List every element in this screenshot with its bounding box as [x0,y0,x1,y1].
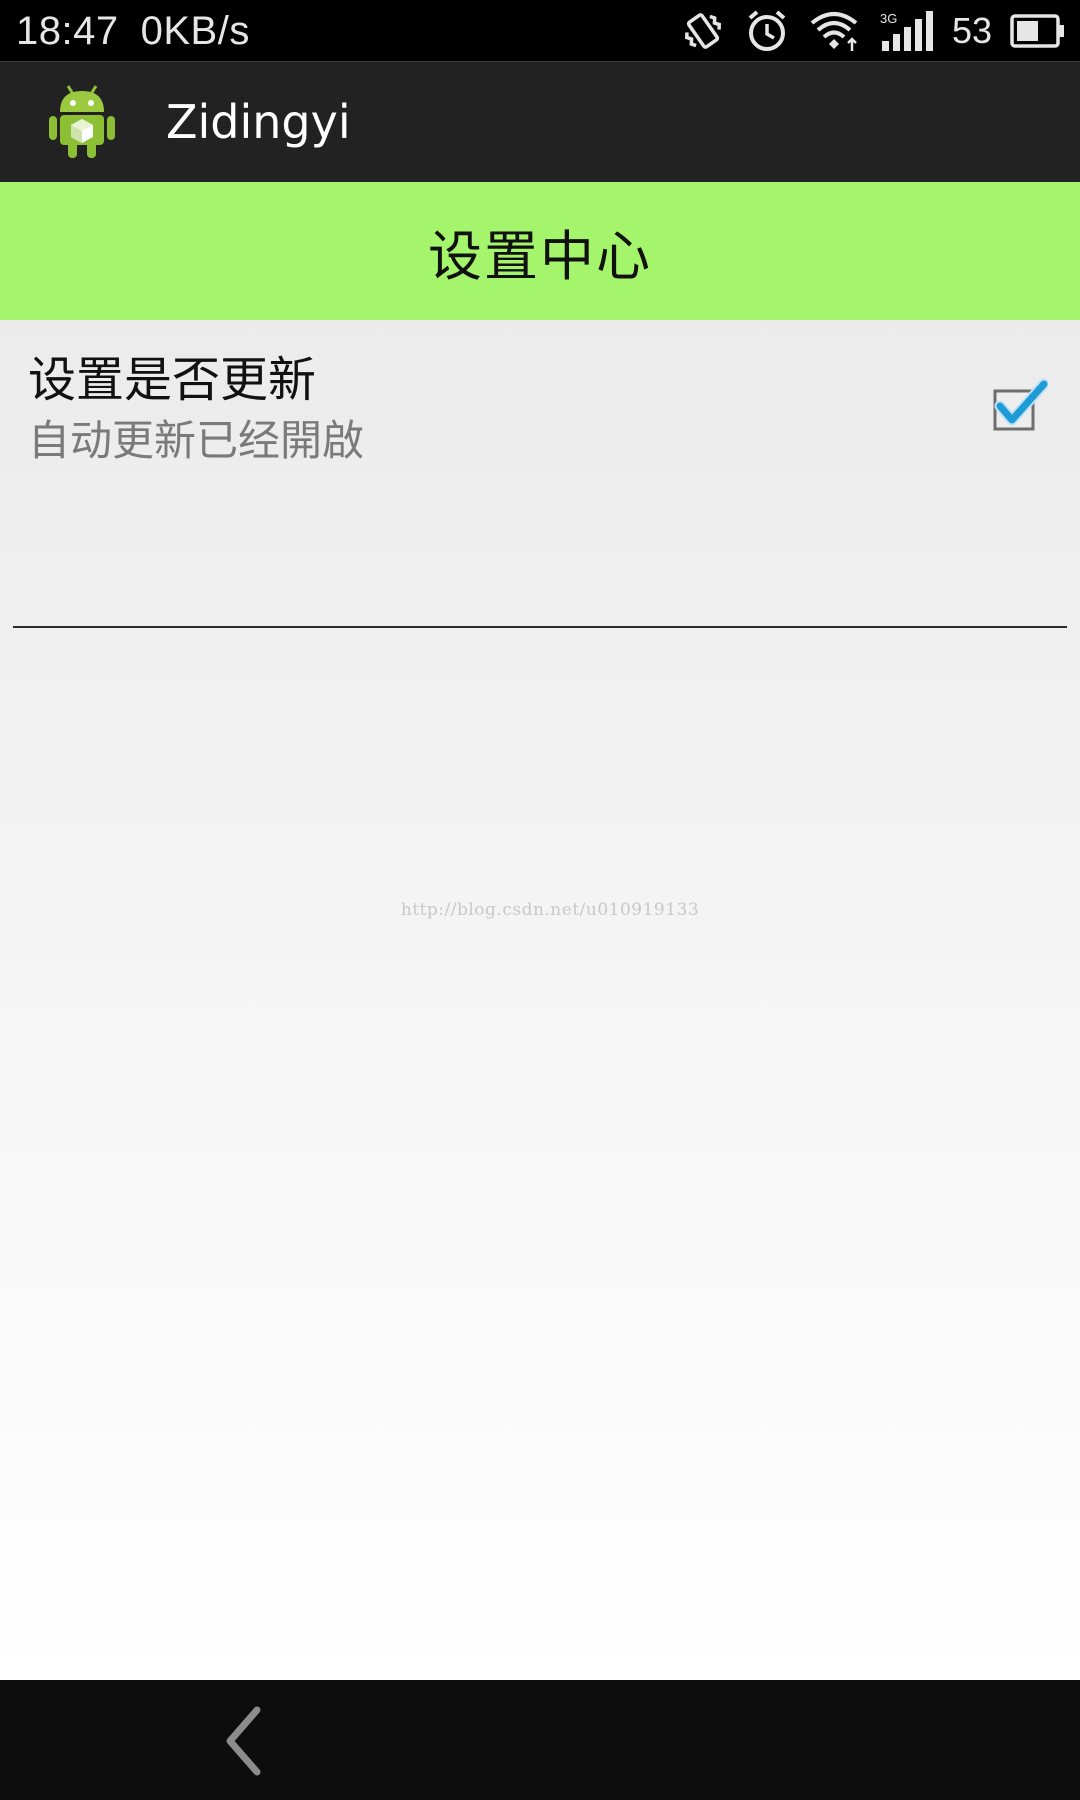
navigation-bar [0,1680,1080,1800]
status-bar: 18:47 0KB/s 3G 53 [0,0,1080,62]
status-icons: 3G 53 [680,8,1066,54]
action-bar: Zidingyi [0,62,1080,182]
alarm-icon [748,10,786,51]
battery-icon [1010,14,1064,48]
header-banner: 设置中心 [0,182,1080,320]
preference-summary: 自动更新已经開啟 [28,416,365,465]
preference-divider [13,626,1067,628]
signal-3g-icon: 3G [880,11,933,51]
battery-level-text: 53 [951,10,992,51]
watermark-text: http://blog.csdn.net/u010919133 [400,900,700,920]
content-area: 设置中心 设置是否更新 自动更新已经開啟 http://blog.csdn.ne… [0,182,1080,1680]
page-title: 设置中心 [428,224,652,288]
wifi-icon [810,12,858,51]
status-left: 18:47 0KB/s [16,6,272,56]
vibrate-icon [684,13,721,49]
preference-update[interactable]: 设置是否更新 自动更新已经開啟 [0,320,1080,628]
app-title: Zidingyi [166,95,351,149]
svg-text:3G: 3G [880,11,897,26]
update-checkbox[interactable] [992,378,1048,434]
preference-title: 设置是否更新 [28,352,317,408]
back-chevron-icon[interactable] [212,1704,282,1778]
status-net-speed: 0KB/s [140,9,250,53]
status-time: 18:47 [16,9,119,53]
android-app-icon[interactable] [46,82,118,162]
